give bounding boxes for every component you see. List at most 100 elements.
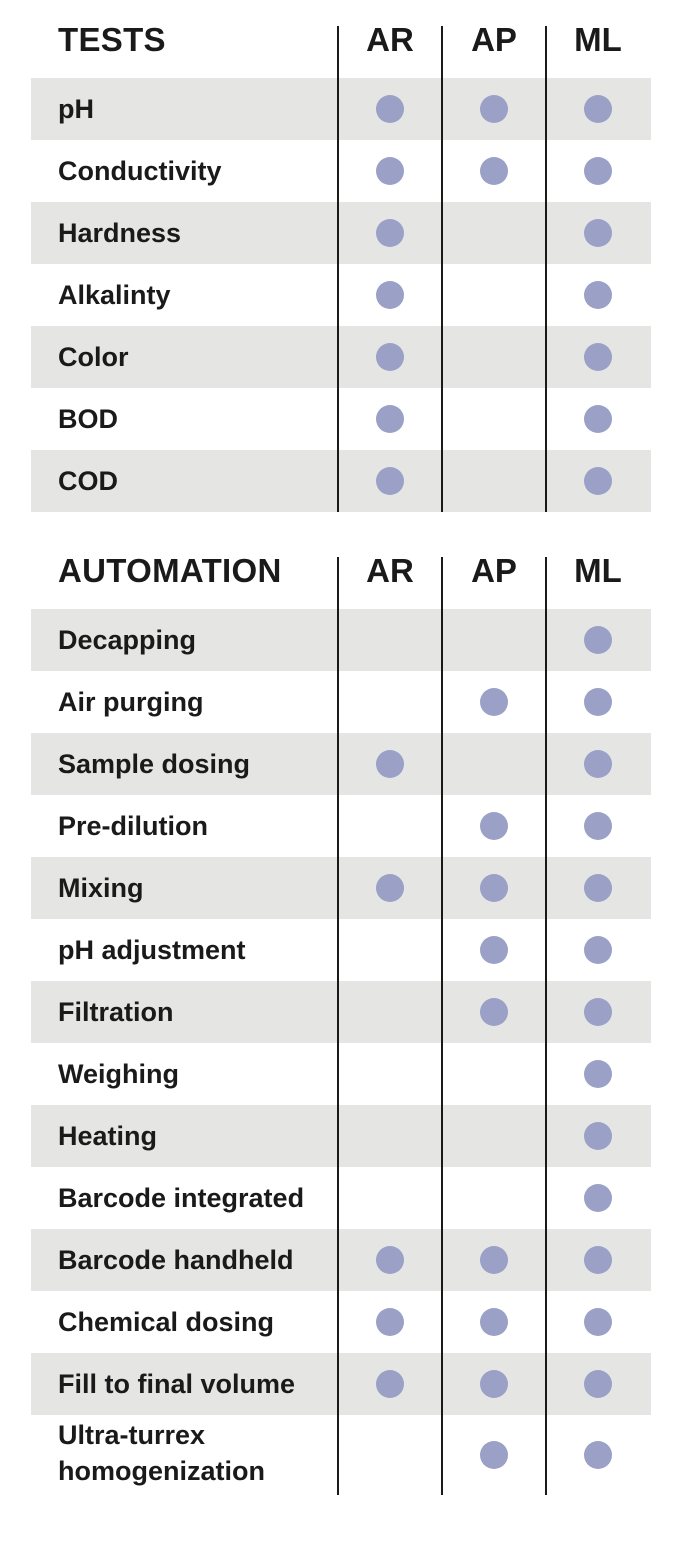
cell-ml [546,264,650,326]
table-row: Fill to final volume [31,1353,651,1415]
cell-ml [546,795,650,857]
cell-ar [338,388,442,450]
supported-dot-icon [376,219,404,247]
cell-ap [442,857,546,919]
supported-dot-icon [480,936,508,964]
cell-ml [546,202,650,264]
row-label: Ultra-turrex homogenization [58,1420,265,1486]
table-row: Barcode integrated [31,1167,651,1229]
supported-dot-icon [584,998,612,1026]
supported-dot-icon [584,343,612,371]
cell-ar [338,264,442,326]
cell-ap [442,264,546,326]
table-body: pH Conductivity Hardness Alkalinty Color BOD C… [31,78,651,512]
table-row: Mixing [31,857,651,919]
cell-ap [442,140,546,202]
cell-ap [442,1229,546,1291]
table-body: Decapping Air purging Sample dosing Pre-dil… [31,609,651,1495]
cell-ap [442,202,546,264]
supported-dot-icon [376,1370,404,1398]
cell-ar [338,1353,442,1415]
cell-ap [442,919,546,981]
table-title: TESTS [58,21,166,58]
cell-ml [546,981,650,1043]
cell-ap [442,733,546,795]
row-label: Filtration [58,997,174,1027]
supported-dot-icon [584,1308,612,1336]
supported-dot-icon [584,1441,612,1469]
table-row: pH adjustment [31,919,651,981]
cell-ap [442,326,546,388]
cell-ap [442,1291,546,1353]
cell-ar [338,202,442,264]
column-divider [441,26,443,512]
cell-ar [338,857,442,919]
supported-dot-icon [376,343,404,371]
supported-dot-icon [584,936,612,964]
table-row: Pre-dilution [31,795,651,857]
table-row: Air purging [31,671,651,733]
supported-dot-icon [376,750,404,778]
cell-ar [338,671,442,733]
cell-ar [338,733,442,795]
table-row: Ultra-turrex homogenization [31,1415,651,1495]
supported-dot-icon [480,688,508,716]
row-label: Chemical dosing [58,1307,275,1337]
cell-ar [338,919,442,981]
cell-ar [338,1415,442,1495]
supported-dot-icon [584,1060,612,1088]
supported-dot-icon [376,157,404,185]
column-divider [337,26,339,512]
table-row: Hardness [31,202,651,264]
row-label: Alkalinty [58,280,171,310]
cell-ar [338,1105,442,1167]
table-row: Chemical dosing [31,1291,651,1353]
table-row: Filtration [31,981,651,1043]
table-row: pH [31,78,651,140]
cell-ap [442,1415,546,1495]
supported-dot-icon [376,467,404,495]
column-header-ml: ML [574,552,622,589]
supported-dot-icon [480,1441,508,1469]
cell-ml [546,919,650,981]
row-label: pH adjustment [58,935,246,965]
column-header-ar: AR [366,21,414,58]
table-row: Decapping [31,609,651,671]
supported-dot-icon [480,812,508,840]
row-label: Barcode handheld [58,1245,294,1275]
column-divider [545,557,547,1495]
row-label: Sample dosing [58,749,251,779]
table-header: AUTOMATION AR AP ML [31,545,651,597]
supported-dot-icon [480,998,508,1026]
table-header: TESTS AR AP ML [31,14,651,66]
cell-ar [338,981,442,1043]
supported-dot-icon [480,874,508,902]
supported-dot-icon [376,874,404,902]
row-label: Air purging [58,687,204,717]
row-label: Mixing [58,873,144,903]
cell-ml [546,857,650,919]
cell-ar [338,1229,442,1291]
row-label: Pre-dilution [58,811,208,841]
cell-ml [546,1353,650,1415]
cell-ml [546,326,650,388]
cell-ap [442,78,546,140]
supported-dot-icon [376,405,404,433]
supported-dot-icon [376,1246,404,1274]
supported-dot-icon [584,626,612,654]
supported-dot-icon [480,157,508,185]
cell-ap [442,1167,546,1229]
cell-ap [442,1043,546,1105]
table-row: Heating [31,1105,651,1167]
tests-table: TESTS AR AP ML pH Conductivity Hardness Alkalin… [31,14,651,512]
cell-ar [338,140,442,202]
cell-ar [338,1291,442,1353]
column-header-ap: AP [471,552,517,589]
cell-ar [338,795,442,857]
cell-ml [546,1415,650,1495]
table-row: BOD [31,388,651,450]
table-row: Weighing [31,1043,651,1105]
row-label: Decapping [58,625,197,655]
supported-dot-icon [584,95,612,123]
column-header-ml: ML [574,21,622,58]
